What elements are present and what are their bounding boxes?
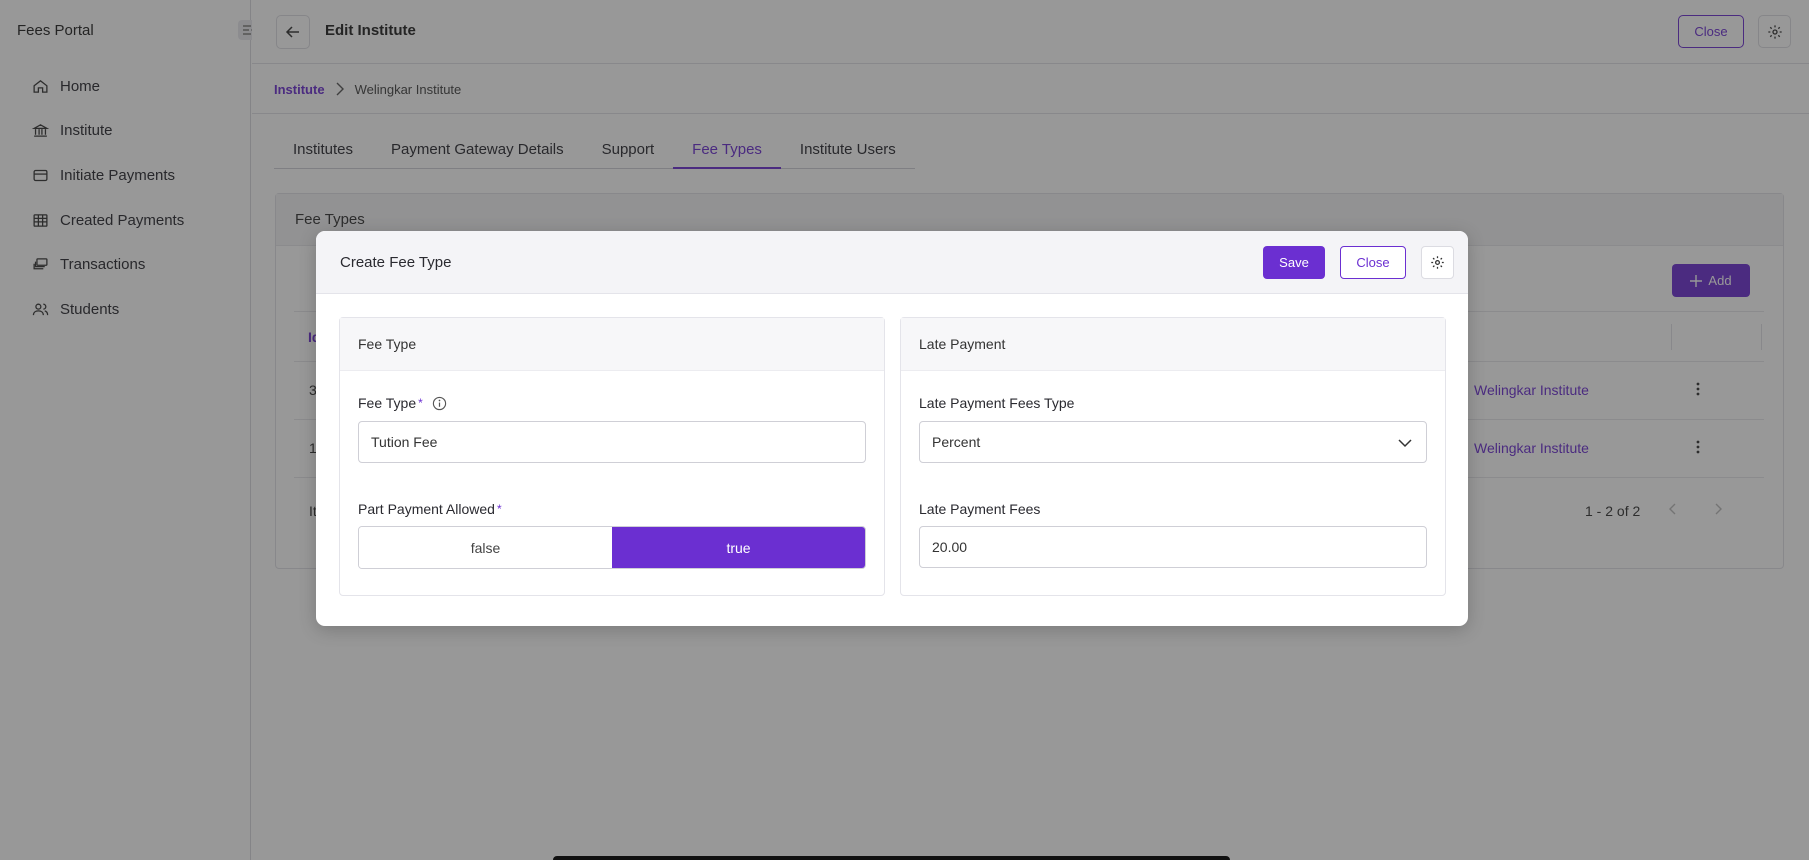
fee-type-panel-title: Fee Type: [340, 318, 884, 371]
fee-type-label-text: Fee Type: [358, 395, 417, 411]
late-fees-type-select[interactable]: Percent: [919, 421, 1427, 463]
modal-close-button[interactable]: Close: [1340, 246, 1406, 279]
required-marker: *: [496, 502, 502, 516]
part-payment-field-label: Part Payment Allowed *: [358, 501, 502, 517]
part-payment-label-text: Part Payment Allowed: [358, 501, 495, 517]
late-payment-panel-title: Late Payment: [901, 318, 1445, 371]
late-fees-label: Late Payment Fees: [919, 501, 1041, 517]
late-fees-type-value: Percent: [932, 434, 981, 450]
late-fees-type-label: Late Payment Fees Type: [919, 395, 1075, 411]
save-button[interactable]: Save: [1263, 246, 1325, 279]
gear-icon: [1431, 256, 1444, 269]
part-payment-toggle: false true: [358, 526, 866, 569]
modal-title: Create Fee Type: [340, 254, 452, 271]
fee-type-input[interactable]: Tution Fee: [358, 421, 866, 463]
required-marker: *: [418, 396, 423, 410]
modal-settings-button[interactable]: [1421, 246, 1454, 279]
fee-type-field-label: Fee Type *: [358, 395, 447, 411]
part-payment-option-true[interactable]: true: [612, 527, 865, 568]
modal-header: Create Fee Type Save Close: [316, 231, 1468, 294]
fee-type-panel: Fee Type Fee Type * Tution Fee Part Paym…: [339, 317, 885, 596]
late-fees-input[interactable]: 20.00: [919, 526, 1427, 568]
part-payment-option-false[interactable]: false: [359, 527, 612, 568]
chevron-down-icon: [1398, 435, 1412, 451]
info-icon[interactable]: [432, 396, 447, 411]
create-fee-type-modal: Create Fee Type Save Close Fee Type Fee …: [316, 231, 1468, 626]
late-payment-panel: Late Payment Late Payment Fees Type Perc…: [900, 317, 1446, 596]
bottom-scroll-bar: [553, 856, 1230, 860]
